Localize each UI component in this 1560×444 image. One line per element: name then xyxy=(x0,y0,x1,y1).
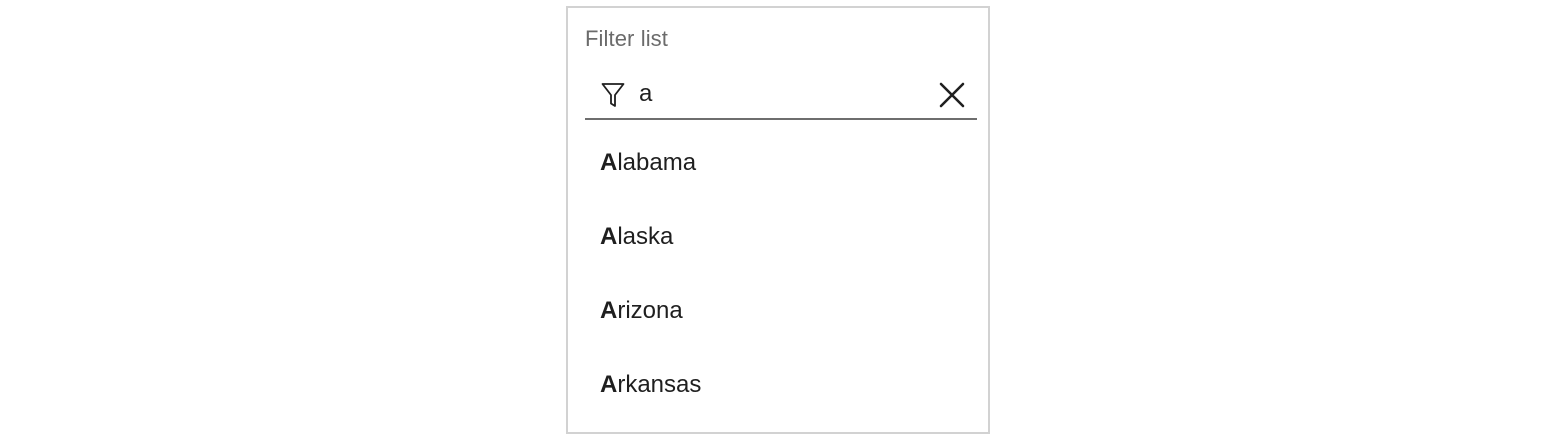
list-item[interactable]: Arkansas xyxy=(568,348,988,422)
list-item[interactable]: Alaska xyxy=(568,200,988,274)
list-item[interactable]: Alabama xyxy=(568,126,988,200)
option-label-rest: rkansas xyxy=(617,371,702,398)
match-highlight: A xyxy=(600,149,618,176)
filter-input[interactable] xyxy=(639,76,929,112)
match-highlight: A xyxy=(600,223,618,250)
match-highlight: A xyxy=(600,297,618,324)
list-item[interactable]: Arizona xyxy=(568,274,988,348)
filter-results-list: Alabama Alaska Arizona Arkansas xyxy=(568,126,988,422)
option-label-rest: laska xyxy=(617,223,674,250)
match-highlight: A xyxy=(600,371,618,398)
filter-list-label: Filter list xyxy=(585,26,668,51)
filter-field[interactable] xyxy=(585,72,977,120)
filter-list-panel: Filter list Alabama Alaska Arizona Arkan… xyxy=(566,6,990,434)
option-label-rest: labama xyxy=(617,149,697,176)
filter-funnel-icon xyxy=(601,83,625,107)
option-label-rest: rizona xyxy=(617,297,683,324)
close-icon[interactable] xyxy=(937,80,967,110)
